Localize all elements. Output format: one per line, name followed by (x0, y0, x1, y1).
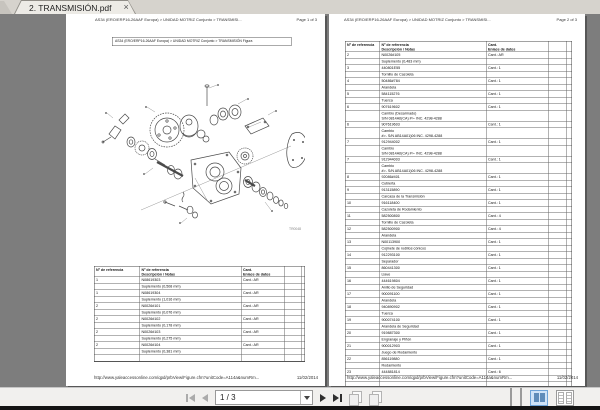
document-viewer[interactable]: AS34 (ERO/ERP16-26AAF Europa) > UNIDAD M… (0, 14, 600, 387)
table-row: 13 N00113900 Cant.: 1 Cojinete de rodill… (345, 239, 572, 252)
view-single-page-button[interactable] (510, 387, 512, 407)
table-header-row: Nº de referencia Nº de referencia Descri… (345, 41, 572, 52)
tab-close-icon[interactable]: × (124, 3, 129, 12)
first-page-icon (186, 393, 188, 402)
chevron-down-icon[interactable] (300, 391, 312, 404)
next-view-button[interactable] (369, 391, 382, 406)
table-row: 2 N0026#103 Cant.: AR Suplemento (0,275 … (94, 329, 305, 342)
table-row: 6 907619602 Cant.: 1 Cambio (Desarmado) … (345, 104, 572, 122)
previous-page-button[interactable] (202, 392, 208, 404)
table-row: 4 50486#784 Cant.: 1 Arandela (345, 78, 572, 91)
table-row: 2 N0026#104 Cant.: AR Suplemento (0,381 … (94, 342, 305, 355)
table-row: 11 582500800 Cant.: 4 Tornillo de Cazole… (345, 213, 572, 226)
page-layout-controls (510, 387, 574, 407)
footer-date: 11/02/2014 (296, 375, 318, 380)
header-qty: Cant. Enlace de datos (242, 266, 285, 277)
header-qty: Cant. Enlace de datos (487, 41, 549, 52)
table-row: 7 912944003 Cant.: 1 Cambio #>- S/N AB14… (345, 156, 572, 174)
table-body: 2 N0026#105 Cant.: AR Suplemento (0,483 … (345, 52, 572, 382)
document-tab[interactable]: 2. TRANSMISIÓN.pdf × (14, 0, 136, 14)
adjacent-tab-edge (0, 1, 12, 14)
table-row: 16 444619804 Cant.: 1 Anillo de Segurida… (345, 278, 572, 291)
table-row: 12 582500900 Cant.: 4 Arandela (345, 226, 572, 239)
exploded-parts-diagram: TR0048 (101, 84, 305, 231)
table-row: 3 440801E55 Cant.: 1 Tornillo de Cazolet… (345, 65, 572, 78)
next-page-icon (320, 393, 326, 402)
table-row: 1 N08619304 Cant.: AR Suplemento (1,016 … (94, 290, 305, 303)
header-part: Nº de referencia Descripción / Notas (380, 41, 487, 52)
footer-date: 11/02/2014 (556, 375, 578, 380)
view-two-up-button[interactable] (530, 389, 548, 406)
viewer-toolbar: 1 / 3 (0, 387, 600, 407)
view-two-up-continuous-button[interactable] (556, 389, 574, 406)
diagram-code: TR0048 (289, 227, 301, 231)
window-bottom-edge (0, 406, 600, 410)
figure-title: AS34 (ERO/ERP16-26AAF Europa) > UNIDAD M… (112, 37, 292, 46)
footer-url: http://www.yaleaccessonline.com/qpd/prbV… (94, 375, 260, 380)
parts-table-page2: Nº de referencia Nº de referencia Descri… (345, 41, 572, 386)
footer-url: http://www.yaleaccessonline.com/qpd/prbV… (347, 375, 513, 380)
view-continuous-button[interactable] (520, 387, 522, 407)
parts-table-page1: Nº de referencia Nº de referencia Descri… (94, 266, 305, 362)
table-row: 20 919887300 Cant.: 1 Engranaje y Piñón (345, 330, 572, 343)
table-row: 9 913115890 Cant.: 1 Carcasa de la Trans… (345, 187, 572, 200)
continuous-icon (520, 387, 522, 407)
header-ref: Nº de referencia (95, 266, 140, 277)
page-navigation: 1 / 3 (186, 390, 382, 406)
page-1: AS34 (ERO/ERP16-26AAF Europa) > UNIDAD M… (66, 14, 325, 386)
table-body: 1 N08619303 Cant.: AR Suplemento (0,508 … (94, 277, 305, 355)
previous-view-button[interactable] (349, 391, 362, 406)
table-row: 1 N08619303 Cant.: AR Suplemento (0,508 … (94, 277, 305, 290)
table-row: 19 900074100 Cant.: 1 Arandela de Seguri… (345, 317, 572, 330)
table-row: 5 584115276 Cant.: 1 Tuerca (345, 91, 572, 104)
tab-title: 2. TRANSMISIÓN.pdf (29, 2, 112, 13)
page-1-header: AS34 (ERO/ERP16-26AAF Europa) > UNIDAD M… (95, 18, 317, 23)
header-ref: Nº de referencia (346, 41, 380, 52)
breadcrumb: AS34 (ERO/ERP16-26AAF Europa) > UNIDAD M… (95, 17, 242, 23)
table-row: 2 N0026#105 Cant.: AR Suplemento (0,483 … (345, 52, 572, 65)
page-1-footer: http://www.yaleaccessonline.com/qpd/prbV… (94, 375, 318, 380)
table-row: 22 856119880 Cant.: 1 Rodamiento (345, 356, 572, 369)
table-row: 7 912944002 Cant.: 1 Cambio S/N 0814A0(C… (345, 139, 572, 157)
two-up-continuous-icon (558, 391, 564, 404)
first-page-button[interactable] (186, 392, 195, 404)
table-header-row: Nº de referencia Nº de referencia Descri… (94, 266, 305, 277)
table-row: 15 860441300 Cant.: 1 Llave (345, 265, 572, 278)
table-row: 6 907619603 Cant.: 1 Cambio #>- S/N AB14… (345, 121, 572, 139)
table-row: 2 N0026#102 Cant.: AR Suplemento (0,178 … (94, 316, 305, 329)
table-row: 14 912293100 Cant.: 1 Separador (345, 252, 572, 265)
page-indicator-combobox[interactable]: 1 / 3 (215, 390, 313, 405)
single-page-icon (510, 387, 512, 407)
table-row: 21 900012903 Cant.: 1 Juego de Rodamient… (345, 343, 572, 356)
page-number-label: Page 2 of 3 (556, 17, 577, 23)
last-page-button[interactable] (333, 392, 342, 404)
table-row: 18 940890902 Cant.: 1 Tuerca (345, 304, 572, 317)
table-row: 8 92086#401 Cant.: 1 Cubierta (345, 174, 572, 187)
page-number-label: Page 1 of 3 (296, 17, 317, 23)
last-page-icon (333, 393, 339, 402)
tab-bar: 2. TRANSMISIÓN.pdf × (0, 0, 600, 14)
table-row: 10 916118400 Cant.: 1 Cazoleta de Rodami… (345, 200, 572, 213)
breadcrumb: AS34 (ERO/ERP16-26AAF Europa) > UNIDAD M… (344, 17, 491, 23)
header-part: Nº de referencia Descripción / Notas (140, 266, 242, 277)
page-2-header: AS34 (ERO/ERP16-26AAF Europa) > UNIDAD M… (344, 18, 577, 23)
table-row: 2 N0026#101 Cant.: AR Suplemento (0,076 … (94, 303, 305, 316)
page-2: AS34 (ERO/ERP16-26AAF Europa) > UNIDAD M… (329, 14, 585, 386)
previous-page-icon (202, 393, 208, 402)
next-page-button[interactable] (320, 392, 326, 404)
table-row: 17 900091100 Cant.: 1 Arandela (345, 291, 572, 304)
two-up-icon (533, 393, 539, 402)
page-2-footer: http://www.yaleaccessonline.com/qpd/prbV… (347, 375, 578, 380)
page-indicator-value: 1 / 3 (220, 393, 236, 402)
